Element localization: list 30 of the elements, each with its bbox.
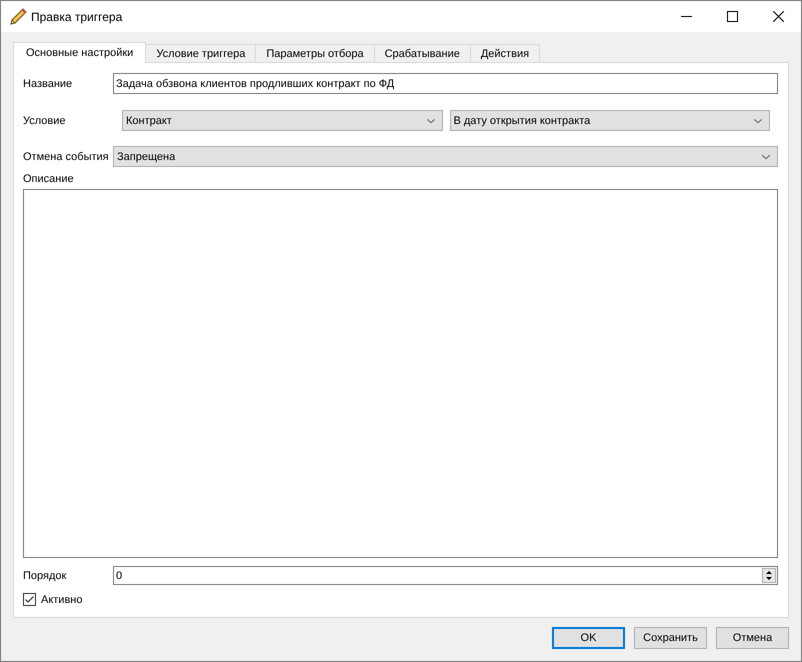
field-label: Название — [23, 78, 74, 90]
close-icon — [772, 11, 784, 22]
condition-dropdown[interactable]: В дату открытия контракта — [450, 110, 770, 131]
chevron-down-icon — [426, 118, 434, 122]
maximize-icon — [726, 11, 738, 22]
minimize-icon — [680, 16, 692, 17]
name-field[interactable]: Задача обзвона клиентов продливших контракт по ФД — [113, 73, 778, 94]
dialog-button[interactable]: Сохранить — [634, 627, 707, 649]
dialog-button[interactable]: Отмена — [716, 627, 789, 649]
order-spinbox[interactable]: 0 — [113, 566, 778, 585]
field-label: Порядок — [23, 570, 68, 582]
dialog-button[interactable]: OK — [552, 627, 625, 649]
spin-arrows-icon[interactable] — [762, 568, 776, 583]
window-title: Правка триггера — [31, 10, 122, 24]
field-label: Условие — [23, 114, 67, 126]
cancel-event-dropdown[interactable]: Запрещена — [113, 146, 778, 167]
field-label: Отмена события — [23, 150, 110, 162]
field-label: Описание — [23, 173, 74, 185]
chevron-down-icon — [762, 154, 770, 158]
tab[interactable]: Срабатывание — [374, 44, 471, 62]
description-field[interactable] — [23, 189, 778, 558]
condition-dropdown[interactable]: Контракт — [122, 110, 442, 131]
tab[interactable]: Условие триггера — [145, 44, 256, 62]
tab[interactable]: Основные настройки — [13, 42, 146, 63]
checkbox-label[interactable]: Активно — [41, 594, 82, 606]
chevron-down-icon — [754, 118, 762, 122]
pencil-icon — [10, 8, 27, 25]
tab[interactable]: Параметры отбора — [255, 44, 375, 62]
checkbox[interactable] — [23, 593, 36, 606]
tab[interactable]: Действия — [470, 44, 540, 62]
